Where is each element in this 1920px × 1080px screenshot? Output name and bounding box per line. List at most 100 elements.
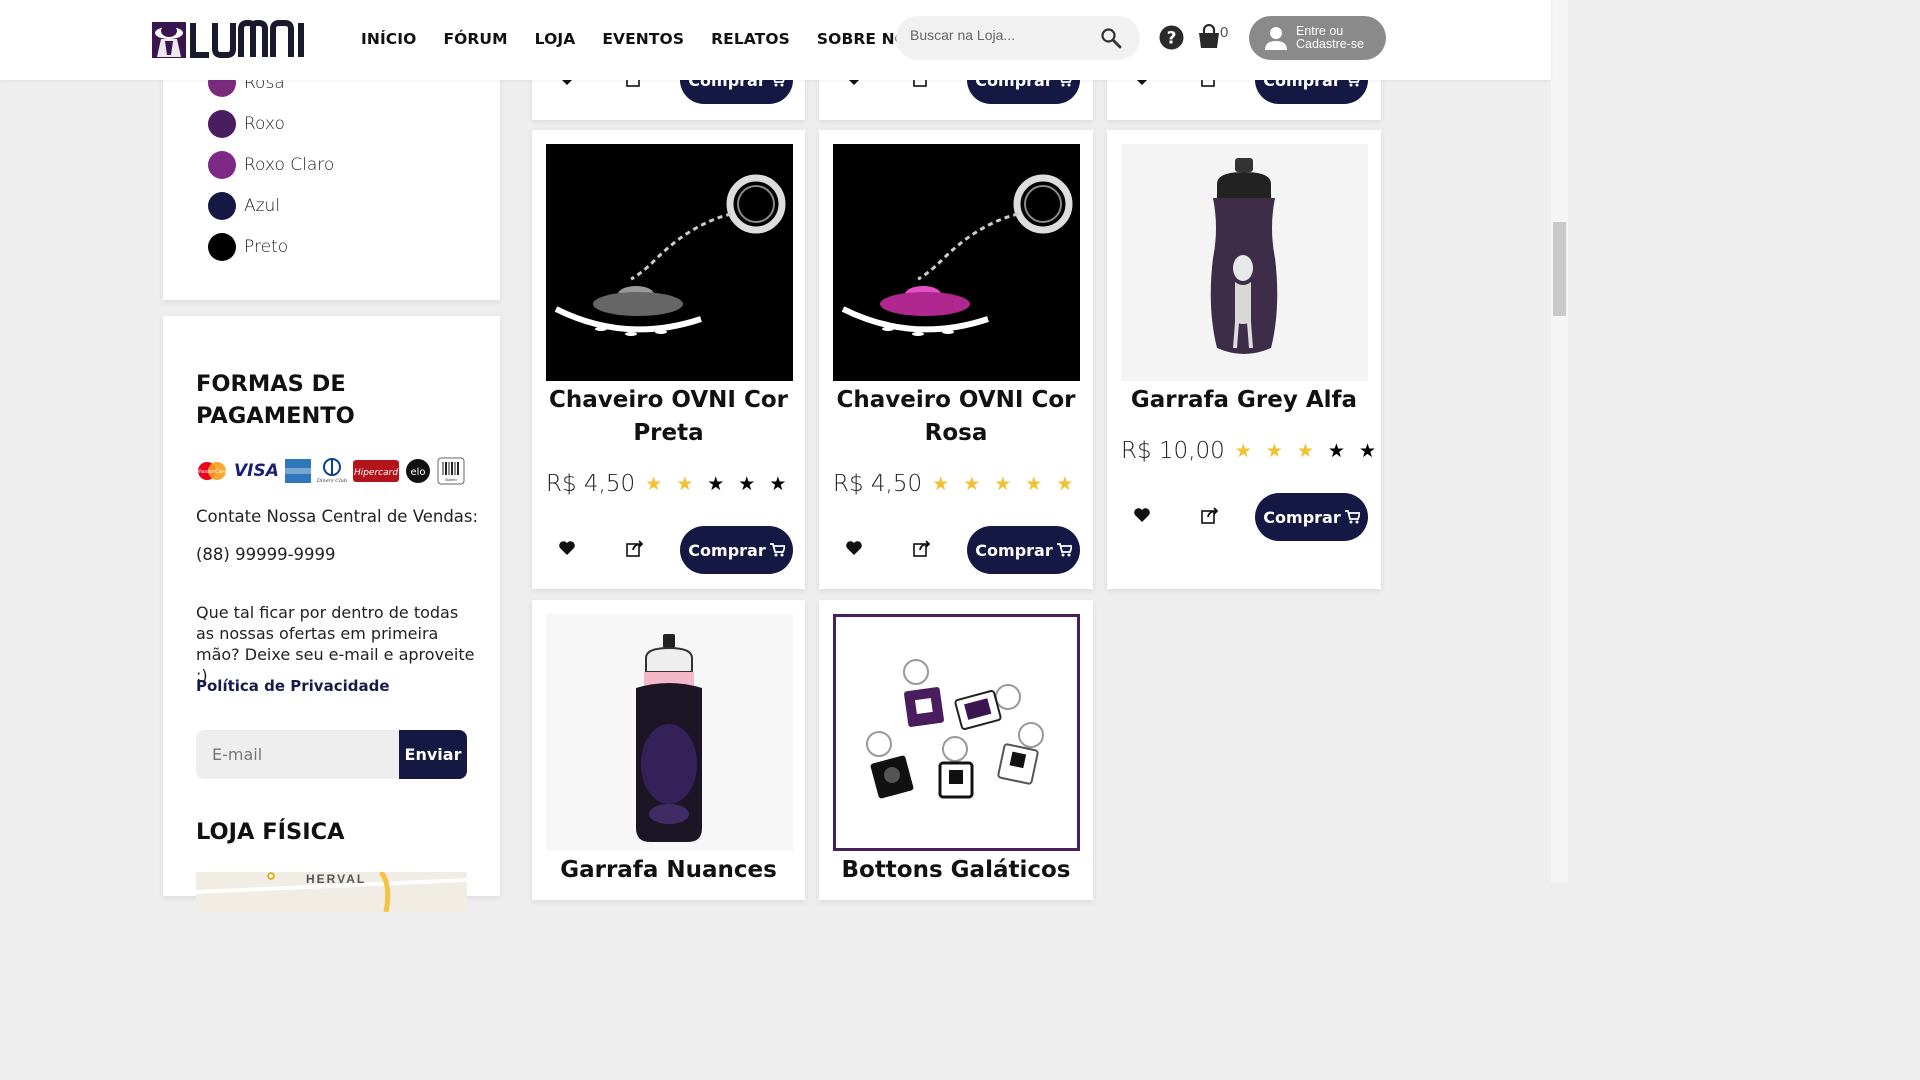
svg-text:Boleto: Boleto	[445, 477, 457, 482]
price-rating-row: R$ 4,50 ★ ★ ★ ★ ★	[833, 471, 1080, 497]
buy-button[interactable]: Comprar	[680, 526, 793, 574]
star-icon[interactable]: ★	[1297, 442, 1314, 461]
cart-count: 0	[1220, 24, 1229, 41]
store-search	[896, 16, 1140, 60]
card-actions: Comprar	[546, 526, 793, 574]
buy-label: Comprar	[975, 540, 1053, 560]
share-icon[interactable]	[626, 539, 644, 557]
product-name[interactable]: Bottons Galáticos	[819, 854, 1093, 887]
heart-icon[interactable]	[1133, 507, 1151, 523]
product-image-ufo-keychain-pink[interactable]	[833, 144, 1080, 381]
ufo-keychain-image	[554, 174, 786, 336]
star-icon[interactable]: ★	[738, 475, 755, 494]
help-icon[interactable]: ?	[1159, 25, 1184, 50]
amex-icon	[284, 459, 311, 483]
svg-text:MasterCard: MasterCard	[196, 469, 228, 475]
price-rating-row: R$ 4,50 ★ ★ ★ ★ ★	[546, 471, 793, 497]
product-image-ufo-keychain-black[interactable]	[546, 144, 793, 381]
privacy-policy-link[interactable]: Política de Privacidade	[196, 677, 390, 695]
nav-loja[interactable]: LOJA	[535, 30, 576, 48]
star-icon[interactable]: ★	[1235, 442, 1252, 461]
payment-cards: MasterCard VISA Diners Club Hipercard el…	[196, 457, 465, 485]
product-card: Bottons Galáticos	[819, 600, 1093, 900]
nav-relatos[interactable]: RELATOS	[711, 30, 790, 48]
star-icon[interactable]: ★	[1266, 442, 1283, 461]
email-input[interactable]	[196, 730, 399, 779]
share-icon[interactable]	[913, 539, 931, 557]
color-option-roxo[interactable]: Roxo	[208, 110, 285, 138]
payment-panel: FORMAS DE PAGAMENTO MasterCard VISA Dine…	[163, 316, 500, 912]
buy-button[interactable]: Comprar	[967, 526, 1080, 574]
svg-text:Hipercard: Hipercard	[354, 468, 398, 478]
scrollbar-thumb[interactable]	[1553, 222, 1566, 316]
nav-forum[interactable]: FÓRUM	[443, 30, 507, 48]
search-input[interactable]	[910, 27, 1090, 43]
color-swatch	[208, 233, 236, 261]
product-image-bottle-grey-alien[interactable]	[1121, 144, 1368, 381]
color-swatch	[208, 110, 236, 138]
buy-label: Comprar	[688, 540, 766, 560]
star-icon[interactable]: ★	[1056, 475, 1073, 494]
product-image-bottle-nuances[interactable]	[546, 614, 793, 851]
product-image-buttons-keychains[interactable]	[833, 614, 1080, 851]
product-card: Garrafa Grey Alfa R$ 10,00 ★ ★ ★ ★ ★ Com…	[1107, 130, 1381, 589]
star-icon[interactable]: ★	[645, 475, 662, 494]
send-button[interactable]: Enviar	[399, 730, 467, 779]
star-icon[interactable]: ★	[676, 475, 693, 494]
rating-stars: ★ ★ ★ ★ ★	[932, 475, 1073, 494]
product-name[interactable]: Chaveiro OVNI Cor Preta	[532, 384, 805, 450]
star-icon[interactable]: ★	[1359, 442, 1376, 461]
svg-text:Diners Club: Diners Club	[317, 478, 347, 484]
star-icon[interactable]: ★	[1025, 475, 1042, 494]
product-price: R$ 4,50	[546, 471, 636, 497]
store-map[interactable]: HERVAL	[196, 872, 467, 912]
site-header: INÍCIO FÓRUM LOJA EVENTOS RELATOS SOBRE …	[0, 0, 1551, 80]
color-label: Preto	[244, 237, 289, 257]
page-scrollbar[interactable]	[1551, 0, 1568, 882]
newsletter-promo: Que tal ficar por dentro de todas as nos…	[196, 603, 475, 685]
color-option-roxo-claro[interactable]: Roxo Claro	[208, 151, 334, 179]
visa-icon: VISA	[234, 461, 279, 481]
color-option-azul[interactable]: Azul	[208, 192, 280, 220]
search-icon[interactable]	[1100, 27, 1122, 49]
heart-icon[interactable]	[558, 540, 576, 556]
login-signup-button[interactable]: Entre ou Cadastre-se	[1249, 16, 1386, 60]
sales-phone: (88) 99999-9999	[196, 545, 336, 564]
newsletter-form: Enviar	[196, 730, 467, 779]
cart-icon	[769, 543, 785, 557]
bottle-image	[1210, 158, 1278, 354]
lumni-logo[interactable]	[151, 19, 309, 60]
product-name[interactable]: Garrafa Nuances	[532, 854, 805, 887]
star-icon[interactable]: ★	[994, 475, 1011, 494]
svg-text:elo: elo	[410, 467, 425, 478]
mastercard-icon: MasterCard	[196, 462, 228, 480]
star-icon[interactable]: ★	[932, 475, 949, 494]
nav-eventos[interactable]: EVENTOS	[602, 30, 684, 48]
color-swatch	[208, 192, 236, 220]
ufo-keychain-image	[841, 174, 1073, 336]
product-name[interactable]: Garrafa Grey Alfa	[1107, 384, 1381, 417]
sales-contact-label: Contate Nossa Central de Vendas:	[196, 507, 479, 526]
star-icon[interactable]: ★	[707, 475, 724, 494]
shopping-bag-icon[interactable]	[1197, 24, 1221, 49]
elo-icon: elo	[405, 459, 430, 483]
rating-stars: ★ ★ ★ ★ ★	[1235, 442, 1376, 461]
nav-inicio[interactable]: INÍCIO	[361, 30, 416, 48]
color-option-preto[interactable]: Preto	[208, 233, 288, 261]
svg-text:?: ?	[1167, 29, 1177, 49]
payment-title: FORMAS DE PAGAMENTO	[196, 371, 355, 429]
buy-label: Comprar	[1263, 507, 1341, 527]
star-icon[interactable]: ★	[1328, 442, 1345, 461]
product-price: R$ 4,50	[833, 471, 923, 497]
map-label: HERVAL	[306, 872, 367, 886]
star-icon[interactable]: ★	[769, 475, 786, 494]
product-card: Garrafa Nuances	[532, 600, 805, 900]
buy-button[interactable]: Comprar	[1255, 493, 1368, 541]
star-icon[interactable]: ★	[963, 475, 980, 494]
product-card: Chaveiro OVNI Cor Rosa R$ 4,50 ★ ★ ★ ★ ★…	[819, 130, 1093, 589]
color-label: Roxo	[244, 114, 285, 134]
share-icon[interactable]	[1201, 506, 1219, 524]
product-name[interactable]: Chaveiro OVNI Cor Rosa	[819, 384, 1093, 450]
color-swatch	[208, 151, 236, 179]
heart-icon[interactable]	[845, 540, 863, 556]
